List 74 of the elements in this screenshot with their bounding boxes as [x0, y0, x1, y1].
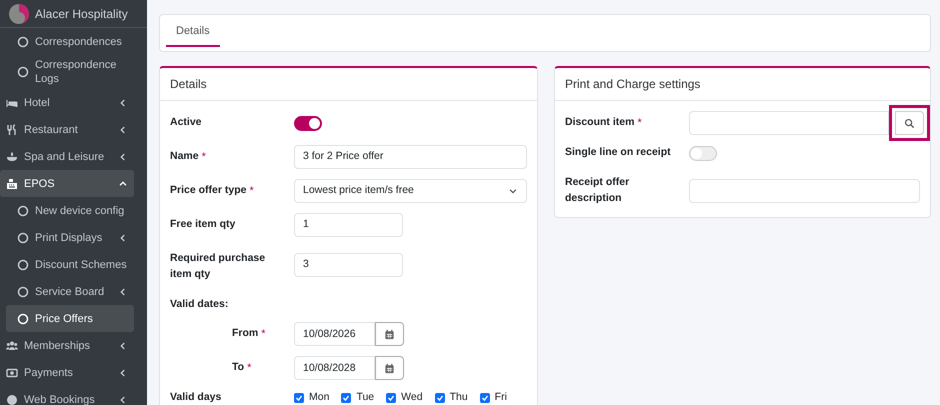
input-field[interactable]: [689, 178, 920, 203]
calendar-icon: [384, 328, 395, 340]
field-label: Name: [170, 148, 199, 164]
circle-icon: [17, 258, 29, 270]
field-label: Required purchase item qty: [170, 251, 266, 282]
checkbox[interactable]: [386, 393, 396, 404]
circle-icon: [17, 312, 29, 324]
search-icon: [904, 118, 915, 129]
brand-name: Alacer Hospitality: [35, 6, 128, 22]
checkbox[interactable]: [341, 393, 352, 404]
field-label: Free item qty: [170, 217, 236, 232]
field-label: Price offer type: [170, 182, 246, 198]
field-label: Discount item: [565, 114, 634, 130]
calendar-icon: [384, 362, 395, 374]
calendar-button[interactable]: [375, 356, 404, 380]
calendar-button[interactable]: [375, 322, 404, 346]
sidebar-item[interactable]: Spa and Leisure: [0, 143, 134, 170]
checkbox[interactable]: [294, 393, 304, 404]
sidebar-item[interactable]: Restaurant: [0, 116, 134, 143]
circle-icon: [17, 286, 29, 298]
spa-bowl-icon: [6, 150, 18, 162]
required-mark: *: [637, 116, 642, 131]
sidebar-item[interactable]: Service Board: [0, 278, 134, 305]
sidebar-item[interactable]: Print Displays: [0, 224, 134, 251]
logo-icon: [8, 2, 30, 24]
circle-icon: [17, 66, 29, 78]
sidebar-item[interactable]: Price Offers: [6, 305, 134, 332]
day-label: Wed: [401, 390, 423, 405]
cash-register-icon: [6, 178, 18, 190]
field-label: To: [232, 360, 244, 376]
select-field[interactable]: Lowest price item/s free: [294, 179, 527, 204]
field-label: Receipt offer description: [565, 175, 630, 206]
search-button[interactable]: [895, 111, 924, 136]
circle-icon: [17, 36, 29, 48]
day-label: Tue: [356, 390, 374, 405]
input-field[interactable]: [689, 111, 889, 136]
sidebar-item[interactable]: New device config: [0, 197, 134, 224]
sidebar-item[interactable]: Correspondences: [0, 28, 134, 55]
card-title: Details: [160, 68, 537, 102]
input-field[interactable]: 3: [294, 252, 403, 277]
sidebar-item[interactable]: Memberships: [0, 332, 134, 359]
sidebar-item[interactable]: Discount Schemes: [0, 251, 134, 278]
banknote-icon: [6, 366, 18, 378]
sidebar-item[interactable]: EPOS: [0, 170, 134, 197]
sidebar-item[interactable]: Payments: [0, 359, 134, 386]
users-icon: [6, 340, 18, 352]
required-mark: *: [247, 361, 252, 376]
input-field[interactable]: 3 for 2 Price offer: [294, 145, 527, 170]
toggle-switch[interactable]: [294, 116, 322, 131]
required-mark: *: [202, 150, 206, 165]
circle-icon: [17, 204, 29, 216]
circle-icon: [17, 232, 29, 244]
field-label: From: [232, 326, 258, 342]
field-label: Single line on receipt: [565, 145, 671, 160]
sidebar-item[interactable]: Correspondence Logs: [0, 55, 134, 89]
date-field[interactable]: 10/08/2028: [294, 356, 375, 380]
date-field[interactable]: 10/08/2026: [294, 322, 375, 346]
required-mark: *: [261, 327, 266, 342]
required-mark: *: [249, 184, 254, 199]
checkbox[interactable]: [480, 393, 490, 404]
chevron-up-icon: [118, 178, 128, 188]
input-field[interactable]: 1: [294, 213, 403, 238]
day-label: Thu: [450, 390, 468, 405]
section-label: Valid dates:: [170, 296, 230, 312]
card-title: Print and Charge settings: [555, 68, 930, 102]
field-label: Active: [170, 115, 202, 130]
tab[interactable]: Details: [166, 23, 220, 48]
cutlery-icon: [6, 124, 18, 136]
day-label: Fri: [494, 390, 507, 405]
day-label: Mon: [309, 390, 330, 405]
sidebar-item[interactable]: Hotel: [0, 89, 134, 116]
field-label: Valid days: [170, 390, 222, 405]
checkbox[interactable]: [434, 393, 445, 404]
sidebar-item[interactable]: Web Bookings: [0, 386, 134, 405]
